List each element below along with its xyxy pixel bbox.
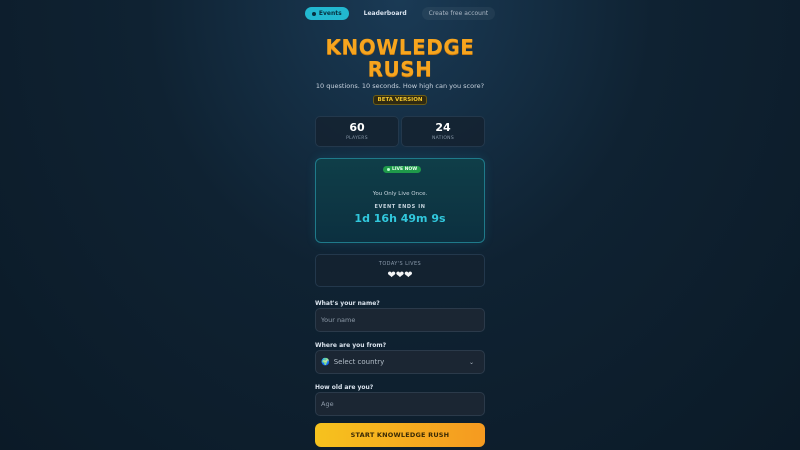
event-countdown: 1d 16h 49m 9s (354, 212, 446, 225)
stat-players-value: 60 (349, 121, 365, 134)
title-line-2: RUSH (367, 57, 433, 81)
name-input[interactable]: Your name (315, 308, 485, 332)
stat-nations-value: 24 (435, 121, 451, 134)
live-event-card[interactable]: LIVE NOW You Only Live Once. EVENT ENDS … (315, 158, 485, 243)
live-now-badge: LIVE NOW (383, 166, 422, 173)
title-line-1: KNOWLEDGE (325, 35, 475, 59)
country-select[interactable]: 🌍 Select country ⌄ (315, 350, 485, 374)
age-input-placeholder: Age (321, 400, 334, 408)
stat-nations: 24 NATIONS (401, 116, 485, 147)
start-button[interactable]: START KNOWLEDGE RUSH (315, 423, 485, 447)
page-subtitle: 10 questions. 10 seconds. How high can y… (315, 82, 485, 90)
stat-players: 60 PLAYERS (315, 116, 399, 147)
page-title: KNOWLEDGE RUSH (0, 36, 800, 80)
start-button-label: START KNOWLEDGE RUSH (350, 431, 450, 439)
top-nav: Events Leaderboard Create free account (0, 7, 800, 20)
todays-lives-card: TODAY'S LIVES ❤❤❤ (315, 254, 485, 287)
nav-create-account-label: Create free account (428, 10, 489, 17)
nav-events-label: Events (318, 10, 342, 17)
age-field-label: How old are you? (315, 384, 374, 391)
country-select-value: Select country (333, 358, 385, 366)
nav-create-account-button[interactable]: Create free account (421, 7, 496, 20)
stats-row: 60 PLAYERS 24 NATIONS (315, 116, 485, 147)
hearts-icon: ❤❤❤ (387, 270, 413, 281)
name-input-placeholder: Your name (321, 316, 356, 324)
nav-leaderboard-label: Leaderboard (363, 10, 407, 17)
event-tagline: You Only Live Once. (372, 191, 428, 197)
name-field-label: What's your name? (315, 300, 380, 307)
chevron-down-icon: ⌄ (468, 358, 474, 366)
age-input[interactable]: Age (315, 392, 485, 416)
event-ends-label: EVENT ENDS IN (374, 204, 426, 210)
live-dot-icon (387, 168, 390, 171)
stat-nations-label: NATIONS (431, 136, 455, 141)
lives-label: TODAY'S LIVES (378, 261, 422, 267)
stat-players-label: PLAYERS (346, 136, 368, 141)
beta-badge: BETA VERSION (372, 95, 428, 105)
beta-badge-wrap: BETA VERSION (0, 95, 800, 105)
nav-leaderboard-button[interactable]: Leaderboard (357, 7, 414, 20)
globe-icon: 🌍 (321, 358, 330, 366)
live-now-label: LIVE NOW (392, 167, 418, 172)
events-dot-icon (311, 11, 316, 16)
country-field-label: Where are you from? (315, 342, 387, 349)
nav-events-button[interactable]: Events (304, 7, 349, 20)
country-select-value-wrap: 🌍 Select country (321, 358, 384, 366)
